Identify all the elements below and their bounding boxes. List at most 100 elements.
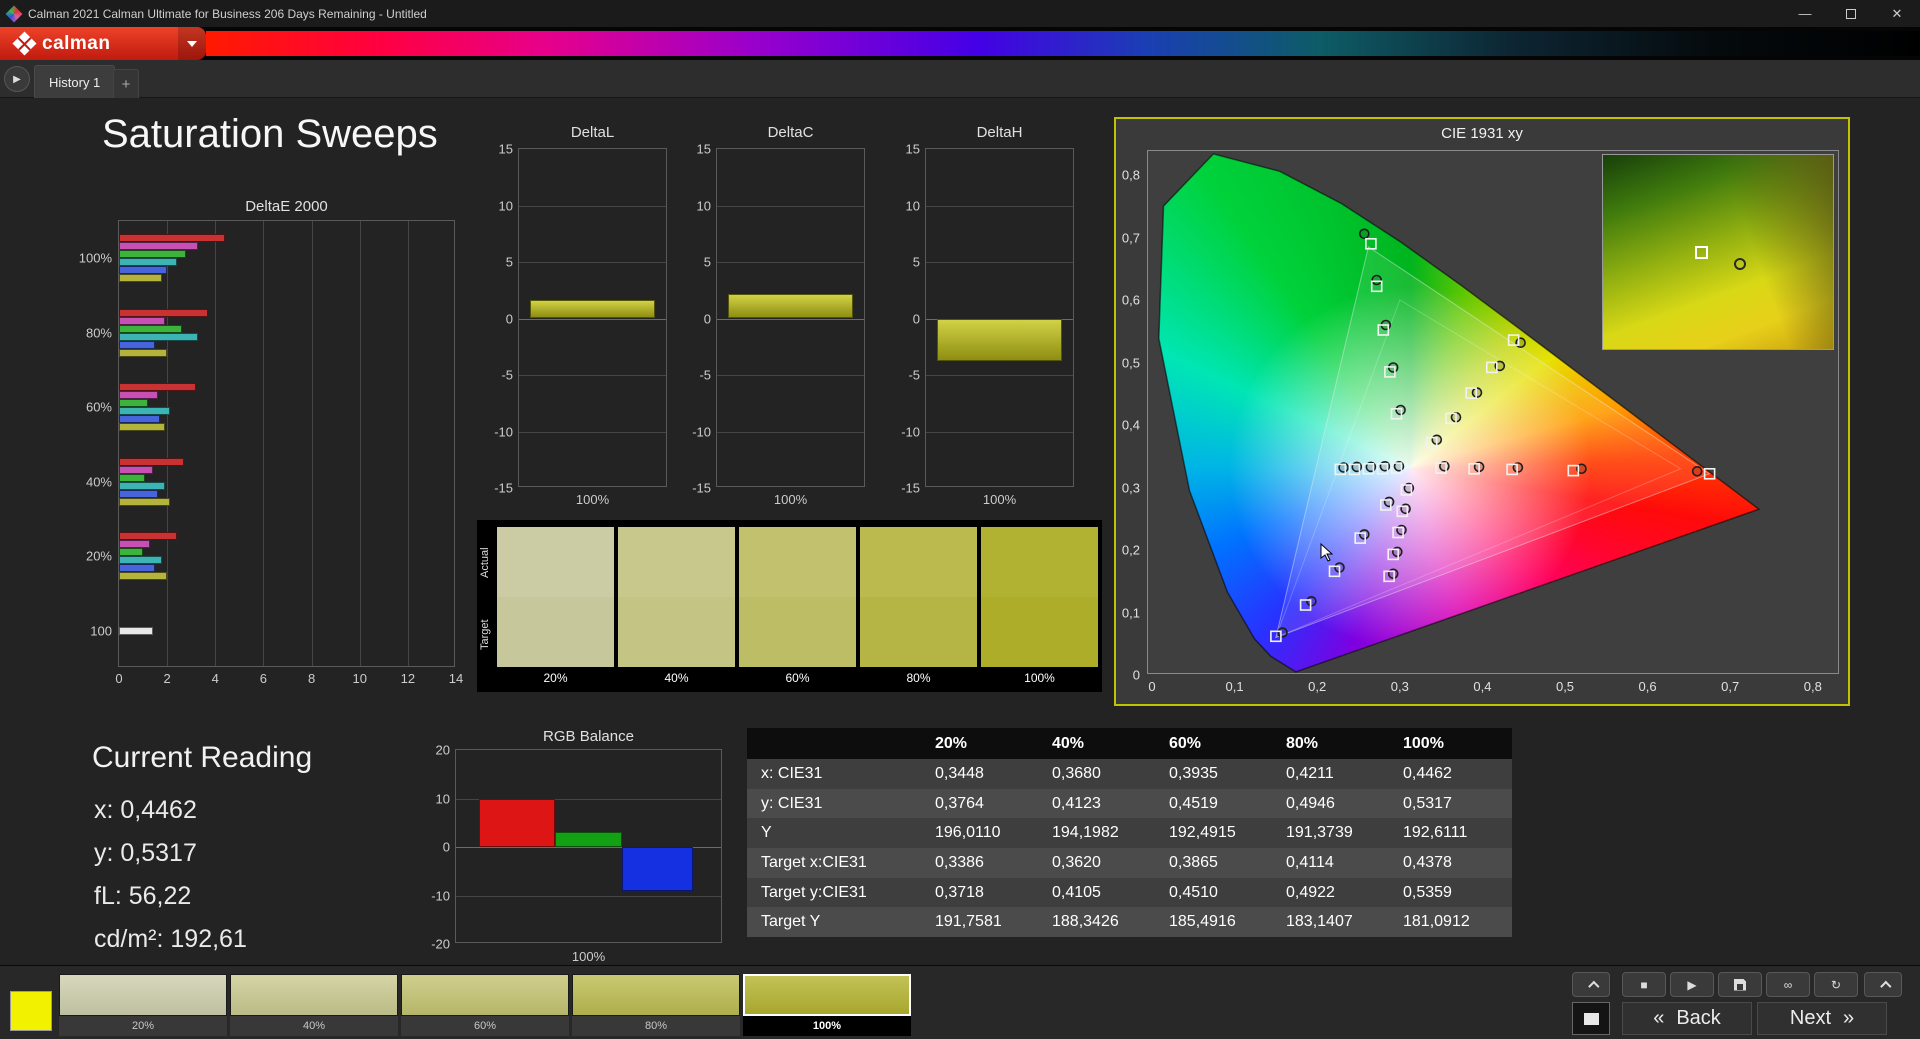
target-swatch [981,597,1098,667]
reading-x: x: 0,4462 [94,796,197,824]
inset-target-marker [1695,246,1708,260]
history-panel-toggle[interactable]: ▶ [4,66,30,92]
group-label: 20% [85,548,112,564]
pattern-label: 60% [401,1016,569,1036]
gridline [519,318,666,320]
y-tick-label: 0,2 [1121,542,1140,558]
table-cell: 192,4915 [1169,824,1236,842]
pattern-swatch [743,974,911,1016]
y-tick-label: -5 [501,367,513,383]
table-cell: 191,7581 [935,913,1002,931]
deltaC-chart: 100% 15 10 5 0 -5 -10 -15 [692,142,865,507]
window-pattern-icon [1583,1012,1599,1025]
x-tick-label: 14 [448,671,464,686]
x-tick-label: 0,1 [1225,679,1244,694]
y-tick-label: -5 [699,367,711,383]
tab-history-1[interactable]: History 1 [34,65,116,99]
y-tick-label: -20 [431,936,450,952]
actual-swatch [497,527,614,597]
gridline [519,431,666,433]
close-button[interactable]: ✕ [1874,0,1920,27]
table-row: y: CIE31 0,3764 0,4123 0,4519 0,4946 0,5317 [747,788,1512,819]
table-header-cell: 60% [1169,734,1202,752]
add-tab-button[interactable]: + [113,69,139,99]
measured-point [1359,529,1370,540]
maximize-button[interactable] [1828,0,1874,27]
table-cell: 0,4123 [1052,794,1101,812]
play-button[interactable]: ▶ [1670,972,1714,997]
swatch-label: 80% [906,671,931,685]
pattern-patch[interactable]: 100% [743,974,911,1036]
gridline [926,375,1073,376]
table-cell: 0,3764 [935,794,984,812]
pattern-patch[interactable]: 80% [572,974,740,1036]
next-arrow-icon: » [1843,1007,1855,1029]
delta-e-bar [119,383,197,392]
calman-menu-dropdown[interactable] [178,27,206,60]
x-tick-label: 10 [352,671,367,686]
back-arrow-icon: « [1653,1007,1665,1029]
delta-e-bar [119,308,209,317]
calman-logo-text: calman [42,32,111,54]
rgb-bar-red [479,798,555,847]
table-cell: 0,5359 [1403,883,1452,901]
pattern-patch[interactable]: 20% [59,974,227,1036]
y-tick-label: 5 [912,254,920,270]
maximize-icon [1846,8,1856,19]
current-pattern-swatch [10,991,52,1031]
continuous-measure-button[interactable]: ∞ [1766,972,1810,997]
target-swatch [860,597,977,667]
minimize-button[interactable]: — [1782,0,1828,27]
table-cell: 191,3739 [1286,824,1353,842]
table-row: Target Y 191,7581 188,3426 185,4916 183,1407… [747,907,1512,938]
reading-fl: fL: 56,22 [94,882,192,910]
save-button[interactable] [1718,972,1762,997]
expand-left-button[interactable] [1572,972,1610,997]
pattern-patch[interactable]: 40% [230,974,398,1036]
delta-e-bar [119,242,199,251]
measured-point [1383,496,1395,508]
table-row-label: Target x:CIE31 [761,853,867,871]
window-title: Calman 2021 Calman Ultimate for Business… [28,6,427,21]
swatch-column: 60% [739,527,856,689]
delta-e-bar [119,457,184,466]
rainbow-gradient [206,31,1920,56]
y-tick-label: 15 [696,141,711,157]
inset-measured-marker [1734,257,1747,270]
gridline [926,431,1073,433]
y-tick-label: 5 [505,254,513,270]
table-cell: 0,3448 [935,764,984,782]
next-button[interactable]: Next » [1757,1002,1887,1035]
target-point [1365,238,1377,250]
reading-y: y: 0,5317 [94,839,197,867]
y-tick-label: 0 [912,311,920,326]
back-button[interactable]: « Back [1622,1002,1752,1035]
rgb-balance-chart: 20 10 0 -10 -20 [431,743,722,952]
delta-e-bar [119,234,225,243]
loop-button[interactable]: ↻ [1814,972,1858,997]
calman-logo-icon [12,31,37,56]
delta-e-bar [119,572,168,581]
pattern-patch-list: 20% 40% 60% 80% 100% [59,974,914,1036]
expand-right-button[interactable] [1864,972,1902,997]
stop-button[interactable]: ■ [1622,972,1666,997]
y-tick-label: 0,4 [1121,417,1140,433]
delta-e-bar [119,481,165,490]
gridline [519,205,666,207]
page-title: Saturation Sweeps [102,112,438,156]
table-cell: 0,3680 [1052,764,1101,782]
delta-e-bar [119,564,156,573]
delta-e-bar [119,532,177,541]
calman-menu-button[interactable]: calman [0,27,206,60]
y-tick-label: 0,5 [1121,355,1140,370]
pattern-swatch [230,974,398,1016]
swatch-column: 20% [497,527,614,689]
x-tick-label: 0,6 [1638,679,1657,694]
gridline [717,262,864,263]
delta-e-bar [119,316,165,325]
gridline [717,375,864,376]
pattern-patch[interactable]: 60% [401,974,569,1036]
group-label: 60% [85,399,112,415]
fullscreen-pattern-button[interactable] [1572,1002,1610,1035]
target-swatch [739,597,856,667]
